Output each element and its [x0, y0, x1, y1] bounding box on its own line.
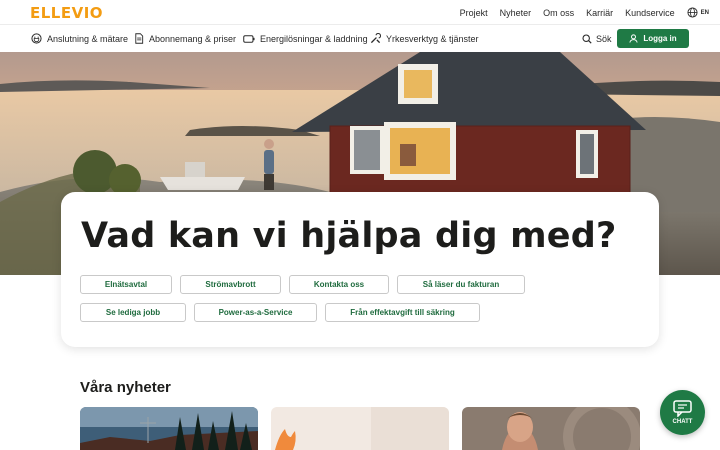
plug-icon [31, 33, 42, 44]
globe-icon [687, 7, 698, 18]
toplink-karriar[interactable]: Karriär [586, 8, 613, 18]
chip-las-fakturan[interactable]: Så läser du fakturan [397, 275, 525, 294]
top-links: Projekt Nyheter Om oss Karriär Kundservi… [448, 0, 709, 25]
document-icon [135, 33, 144, 44]
chip-power-as-a-service[interactable]: Power-as-a-Service [194, 303, 317, 322]
toplink-om-oss[interactable]: Om oss [543, 8, 574, 18]
tools-icon [370, 33, 381, 44]
chip-stromavbrott[interactable]: Strömavbrott [180, 275, 281, 294]
toplink-nyheter[interactable]: Nyheter [500, 8, 532, 18]
news-heading: Våra nyheter [80, 379, 171, 396]
chip-effektavgift[interactable]: Från effektavgift till säkring [325, 303, 480, 322]
chat-button[interactable]: CHATT [660, 390, 705, 435]
news-image [271, 407, 449, 450]
nav-yrkesverktyg[interactable]: Yrkesverktyg & tjänster [370, 25, 479, 52]
main-nav: Anslutning & mätare Abonnemang & priser … [0, 25, 720, 52]
search-button[interactable]: Sök [582, 25, 612, 52]
toplink-projekt[interactable]: Projekt [460, 8, 488, 18]
ellevio-logo[interactable]: ELLEVIO [30, 4, 103, 22]
nav-label: Yrkesverktyg & tjänster [386, 33, 479, 44]
language-label: EN [700, 9, 709, 16]
news-card[interactable] [80, 407, 258, 450]
search-icon [582, 33, 592, 44]
battery-icon [243, 34, 255, 43]
chip-elnatsavtal[interactable]: Elnätsavtal [80, 275, 172, 294]
help-card: Vad kan vi hjälpa dig med? Elnätsavtal S… [61, 192, 659, 347]
chip-kontakta-oss[interactable]: Kontakta oss [289, 275, 389, 294]
chip-lediga-jobb[interactable]: Se lediga jobb [80, 303, 186, 322]
chat-label: CHATT [672, 419, 693, 425]
toplink-kundservice[interactable]: Kundservice [625, 8, 675, 18]
help-heading: Vad kan vi hjälpa dig med? [81, 216, 617, 256]
nav-anslutning[interactable]: Anslutning & mätare [31, 25, 128, 52]
nav-label: Anslutning & mätare [47, 33, 129, 44]
nav-label: Energilösningar & laddning [260, 33, 368, 44]
news-card[interactable] [271, 407, 449, 450]
login-button[interactable]: Logga in [617, 29, 689, 48]
chat-icon [673, 400, 692, 417]
news-image [462, 407, 640, 450]
language-switcher[interactable]: EN [687, 7, 709, 18]
user-icon [629, 34, 638, 43]
nav-label: Abonnemang & priser [149, 33, 237, 44]
nav-energilosningar[interactable]: Energilösningar & laddning [243, 25, 368, 52]
top-bar: ELLEVIO Projekt Nyheter Om oss Karriär K… [0, 0, 720, 25]
login-label: Logga in [643, 34, 677, 43]
news-card[interactable] [462, 407, 640, 450]
news-image [80, 407, 258, 450]
nav-abonnemang[interactable]: Abonnemang & priser [134, 25, 236, 52]
search-label: Sök [596, 33, 612, 44]
